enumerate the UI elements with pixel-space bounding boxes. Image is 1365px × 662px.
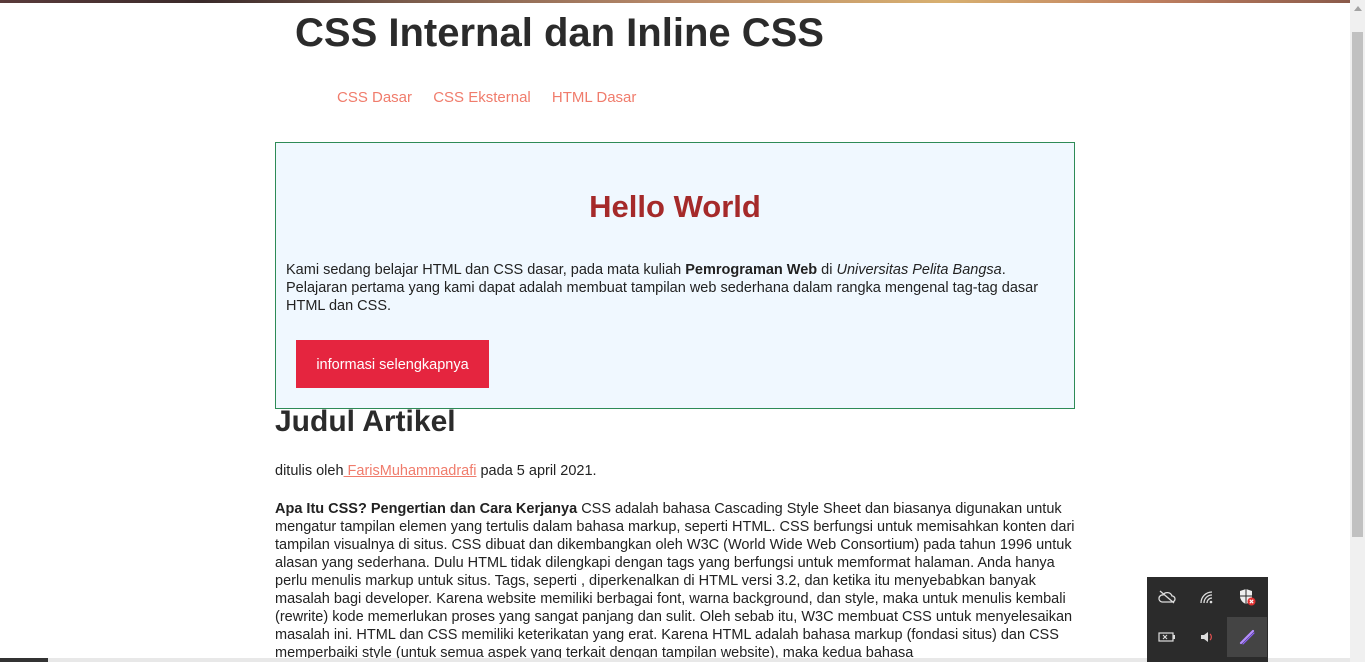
hero-university-name: Universitas Pelita Bangsa (836, 262, 1002, 278)
article-body-text: CSS adalah bahasa Cascading Style Sheet … (275, 501, 1075, 661)
hero-course-name: Pemrograman Web (685, 262, 818, 278)
hero-text: Kami sedang belajar HTML dan CSS dasar, … (286, 261, 1056, 315)
hero-box: Hello World Kami sedang belajar HTML dan… (275, 142, 1075, 409)
article-lead: Apa Itu CSS? Pengertian dan Cara Kerjany… (275, 501, 578, 517)
hero-text-mid: di (817, 262, 837, 278)
byline-suffix: pada 5 april 2021. (476, 463, 597, 479)
wifi-icon[interactable] (1187, 577, 1227, 617)
page-title: CSS Internal dan Inline CSS (295, 11, 824, 55)
article-title: Judul Artikel (275, 405, 456, 438)
article-body: Apa Itu CSS? Pengertian dan Cara Kerjany… (275, 500, 1075, 662)
byline-prefix: ditulis oleh (275, 463, 344, 479)
nav-link-css-eksternal[interactable]: CSS Eksternal (433, 89, 531, 106)
bottom-scrollbar-thumb[interactable] (0, 658, 48, 662)
hero-text-start: Kami sedang belajar HTML dan CSS dasar, … (286, 262, 686, 278)
more-info-button[interactable]: informasi selengkapnya (296, 340, 489, 388)
volume-icon[interactable] (1187, 617, 1227, 657)
article-byline: ditulis oleh FarisMuhammadrafi pada 5 ap… (275, 462, 597, 480)
scroll-up-arrow-icon[interactable] (1350, 0, 1365, 17)
top-nav: CSS Dasar CSS Eksternal HTML Dasar (337, 89, 653, 106)
cloud-offline-icon[interactable] (1147, 577, 1187, 617)
system-tray-flyout (1147, 577, 1268, 662)
nav-link-html-dasar[interactable]: HTML Dasar (552, 89, 636, 106)
hero-heading: Hello World (589, 189, 761, 224)
browser-top-strip (0, 0, 1350, 3)
pen-icon[interactable] (1227, 617, 1267, 657)
author-link[interactable]: FarisMuhammadrafi (344, 463, 477, 479)
scrollbar-thumb[interactable] (1352, 32, 1363, 537)
nav-link-css-dasar[interactable]: CSS Dasar (337, 89, 412, 106)
security-shield-icon[interactable] (1227, 577, 1267, 617)
battery-icon[interactable] (1147, 617, 1187, 657)
page-scrollbar[interactable] (1350, 0, 1365, 662)
